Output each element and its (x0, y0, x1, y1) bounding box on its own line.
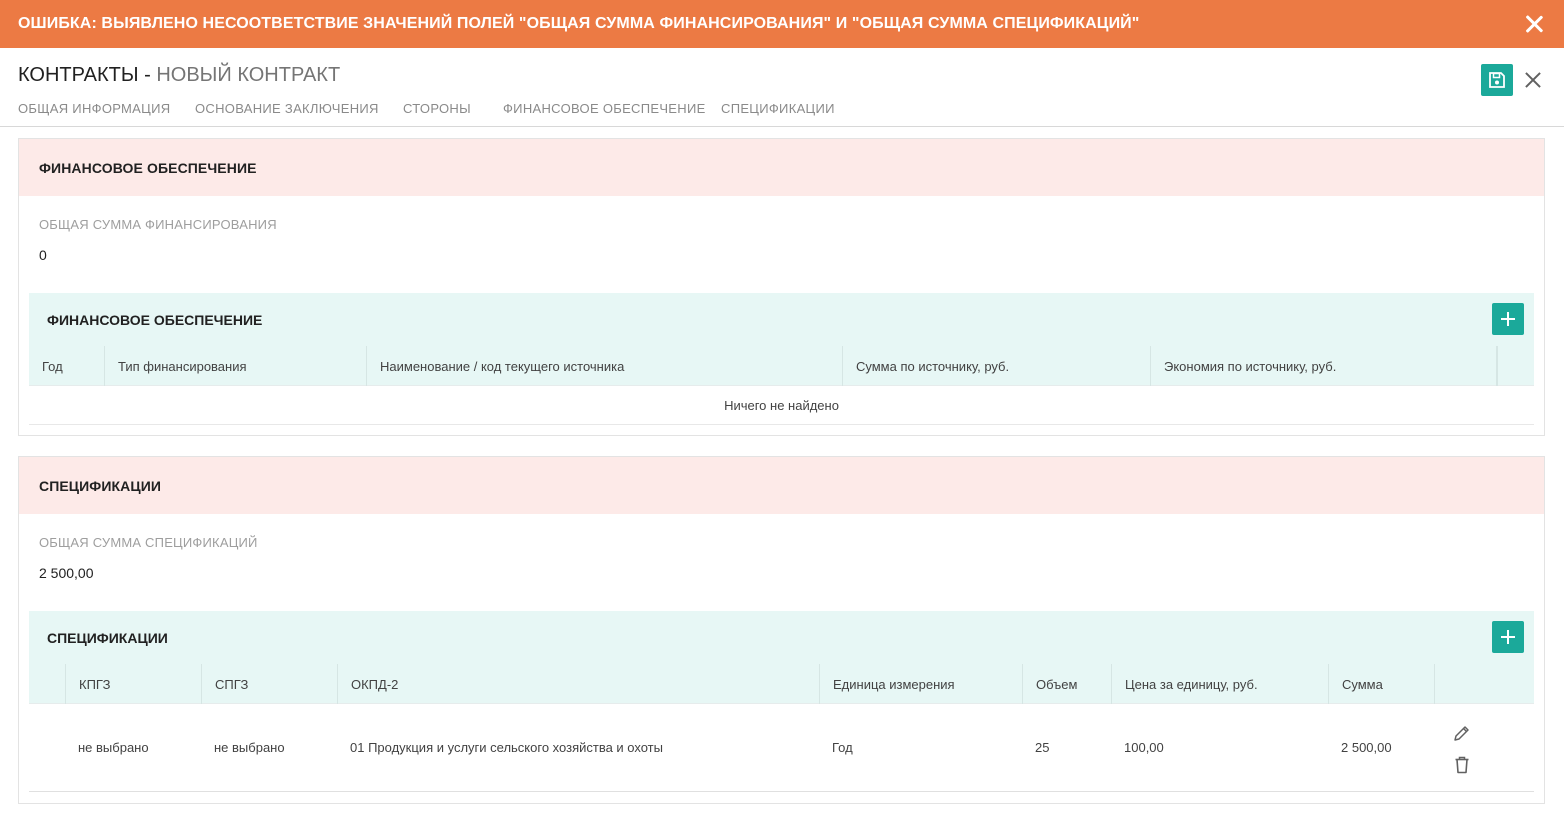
cell-sum: 2 500,00 (1341, 740, 1392, 755)
cell-unit-price: 100,00 (1124, 740, 1164, 755)
table-title-text: ФИНАНСОВОЕ ОБЕСПЕЧЕНИЕ (47, 311, 263, 328)
column-header[interactable]: СПГЗ (202, 664, 338, 704)
column-header[interactable]: Наименование / код текущего источника (367, 346, 843, 386)
table-title-text: СПЕЦИФИКАЦИИ (47, 629, 168, 646)
table-row[interactable]: не выбрано не выбрано 01 Продукция и усл… (29, 704, 1534, 792)
column-header[interactable]: Сумма по источнику, руб. (843, 346, 1151, 386)
section-title: ФИНАНСОВОЕ ОБЕСПЕЧЕНИЕ (19, 139, 1544, 196)
financing-section: ФИНАНСОВОЕ ОБЕСПЕЧЕНИЕ ОБЩАЯ СУММА ФИНАН… (18, 138, 1545, 436)
column-header[interactable]: Сумма (1329, 664, 1435, 704)
trash-icon[interactable] (1452, 755, 1472, 775)
tab-conclusion-basis[interactable]: ОСНОВАНИЕ ЗАКЛЮЧЕНИЯ (195, 101, 379, 116)
column-header[interactable]: ОКПД-2 (338, 664, 820, 704)
add-financing-button[interactable] (1492, 303, 1524, 335)
specifications-section: СПЕЦИФИКАЦИИ ОБЩАЯ СУММА СПЕЦИФИКАЦИЙ 2 … (18, 456, 1545, 804)
total-specs-label: ОБЩАЯ СУММА СПЕЦИФИКАЦИЙ (39, 535, 258, 550)
cell-spgz: не выбрано (214, 740, 285, 755)
column-header[interactable]: Объем (1023, 664, 1112, 704)
cell-kpgz: не выбрано (78, 740, 149, 755)
tab-parties[interactable]: СТОРОНЫ (403, 101, 471, 116)
tab-specifications[interactable]: СПЕЦИФИКАЦИИ (721, 101, 835, 116)
total-specs-value: 2 500,00 (39, 565, 94, 581)
table-title: ФИНАНСОВОЕ ОБЕСПЕЧЕНИЕ (29, 293, 1534, 346)
pencil-icon[interactable] (1452, 723, 1472, 743)
column-header-select (29, 664, 66, 704)
empty-message: Ничего не найдено (29, 386, 1534, 425)
close-icon[interactable] (1521, 68, 1545, 92)
column-header[interactable]: Год (29, 346, 105, 386)
cell-okpd2: 01 Продукция и услуги сельского хозяйств… (350, 740, 663, 755)
financing-table: ФИНАНСОВОЕ ОБЕСПЕЧЕНИЕ Год Тип финансиро… (29, 293, 1534, 425)
add-specification-button[interactable] (1492, 621, 1524, 653)
column-header[interactable]: Экономия по источнику, руб. (1151, 346, 1497, 386)
column-header-actions (1497, 346, 1534, 386)
error-banner: ОШИБКА: ВЫЯВЛЕНО НЕСООТВЕТСТВИЕ ЗНАЧЕНИЙ… (0, 0, 1564, 48)
cell-unit: Год (832, 740, 853, 755)
column-header[interactable]: Единица измерения (820, 664, 1023, 704)
column-header[interactable]: КПГЗ (66, 664, 202, 704)
title-separator: - (138, 64, 157, 86)
tab-bar: ОБЩАЯ ИНФОРМАЦИЯ ОСНОВАНИЕ ЗАКЛЮЧЕНИЯ СТ… (0, 100, 1564, 127)
table-title: СПЕЦИФИКАЦИИ (29, 611, 1534, 664)
table-header: Год Тип финансирования Наименование / ко… (29, 346, 1534, 386)
column-header[interactable]: Тип финансирования (105, 346, 367, 386)
title-main: КОНТРАКТЫ (18, 64, 139, 86)
column-header[interactable]: Цена за единицу, руб. (1112, 664, 1329, 704)
save-button[interactable] (1481, 64, 1513, 96)
total-financing-label: ОБЩАЯ СУММА ФИНАНСИРОВАНИЯ (39, 217, 277, 232)
column-header-actions (1435, 664, 1534, 704)
title-sub: НОВЫЙ КОНТРАКТ (156, 64, 341, 86)
save-icon (1489, 72, 1505, 88)
close-icon[interactable] (1522, 12, 1546, 36)
cell-volume: 25 (1035, 740, 1050, 755)
error-message: ОШИБКА: ВЫЯВЛЕНО НЕСООТВЕТСТВИЕ ЗНАЧЕНИЙ… (18, 15, 1140, 32)
page-title: КОНТРАКТЫ - НОВЫЙ КОНТРАКТ (18, 64, 340, 87)
total-financing-value: 0 (39, 247, 47, 263)
tab-general-info[interactable]: ОБЩАЯ ИНФОРМАЦИЯ (18, 101, 170, 116)
table-header: КПГЗ СПГЗ ОКПД-2 Единица измерения Объем… (29, 664, 1534, 704)
section-title: СПЕЦИФИКАЦИИ (19, 457, 1544, 514)
tab-financing[interactable]: ФИНАНСОВОЕ ОБЕСПЕЧЕНИЕ (503, 101, 706, 116)
specifications-table: СПЕЦИФИКАЦИИ КПГЗ СПГЗ ОКПД-2 Единица из… (29, 611, 1534, 792)
